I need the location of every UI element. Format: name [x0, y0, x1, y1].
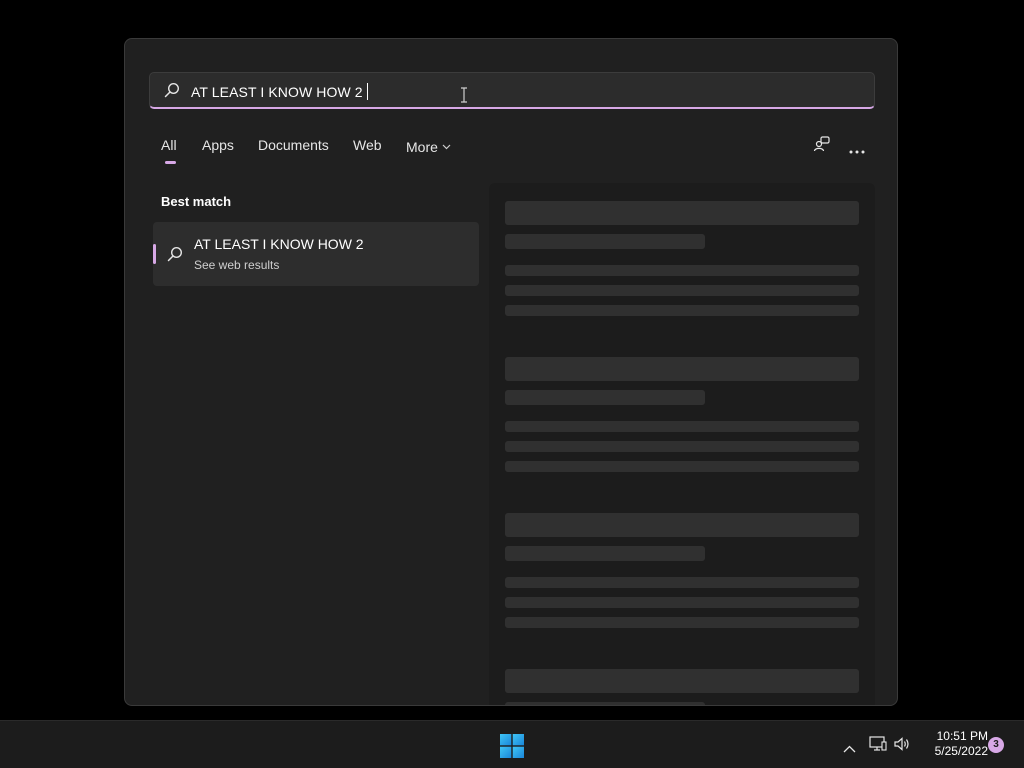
clock-time: 10:51 PM [936, 729, 988, 743]
skeleton-line [505, 265, 859, 276]
skeleton-heading [505, 669, 859, 693]
search-panel: AT LEAST I KNOW HOW 2 All Apps Documents… [124, 38, 898, 706]
best-match-subtitle: See web results [194, 258, 280, 272]
search-icon [167, 246, 183, 267]
network-icon[interactable] [869, 736, 887, 757]
account-switch-icon[interactable] [813, 135, 831, 158]
skeleton-line [505, 441, 859, 452]
tab-all[interactable]: All [161, 137, 177, 153]
clock-date: 5/25/2022 [934, 744, 988, 758]
i-beam-cursor-icon [460, 87, 468, 108]
skeleton-heading [505, 357, 859, 381]
skeleton-subheading [505, 234, 705, 249]
selection-accent [153, 244, 156, 264]
active-tab-indicator [165, 161, 176, 164]
skeleton-line [505, 617, 859, 628]
skeleton-subheading [505, 702, 705, 705]
skeleton-line [505, 461, 859, 472]
show-hidden-icons-chevron-icon[interactable] [843, 740, 856, 758]
skeleton-subheading [505, 390, 705, 405]
skeleton-heading [505, 201, 859, 225]
tab-web[interactable]: Web [353, 137, 382, 153]
skeleton-line [505, 597, 859, 608]
skeleton-heading [505, 513, 859, 537]
text-caret [366, 83, 368, 100]
tab-documents[interactable]: Documents [258, 137, 329, 153]
chevron-down-icon [442, 137, 451, 153]
windows-start-icon[interactable] [498, 732, 526, 760]
skeleton-line [505, 421, 859, 432]
best-match-result[interactable]: AT LEAST I KNOW HOW 2 See web results [153, 222, 479, 286]
best-match-heading: Best match [161, 194, 232, 209]
more-options-icon[interactable] [849, 141, 865, 159]
search-input[interactable]: AT LEAST I KNOW HOW 2 [149, 72, 875, 109]
volume-icon[interactable] [893, 736, 911, 757]
skeleton-subheading [505, 546, 705, 561]
taskbar: 10:51 PM 5/25/2022 3 [0, 720, 1024, 768]
best-match-title: AT LEAST I KNOW HOW 2 [194, 236, 364, 252]
skeleton-line [505, 305, 859, 316]
tab-apps[interactable]: Apps [202, 137, 234, 153]
notification-count-badge[interactable]: 3 [988, 737, 1004, 753]
skeleton-line [505, 577, 859, 588]
search-icon [164, 82, 180, 103]
clock[interactable]: 10:51 PM 5/25/2022 [918, 729, 988, 759]
search-query-text: AT LEAST I KNOW HOW 2 [191, 83, 368, 100]
tab-more[interactable]: More [406, 137, 451, 155]
skeleton-line [505, 285, 859, 296]
preview-pane-loading [489, 183, 875, 705]
